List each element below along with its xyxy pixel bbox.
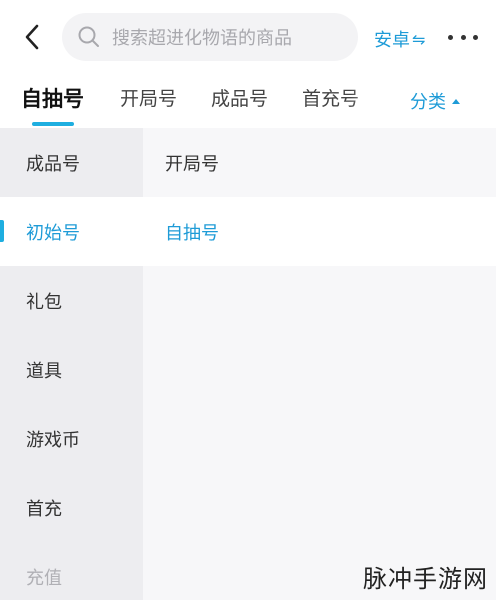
sidebar-item-chongzhi[interactable]: 充值 xyxy=(0,542,143,600)
swap-icon: ⇋ xyxy=(412,29,426,49)
more-dots-icon xyxy=(473,34,478,40)
platform-switch[interactable]: 安卓 ⇋ xyxy=(374,26,425,52)
sidebar-item-label: 礼包 xyxy=(26,291,62,313)
category-label: 分类 xyxy=(410,92,446,113)
tab-kaijuhao[interactable]: 开局号 xyxy=(120,84,177,111)
watermark-text: 脉冲手游网 xyxy=(363,565,488,593)
top-bar: 搜索超进化物语的商品 安卓 ⇋ xyxy=(0,0,496,74)
category-tabs: 自抽号 开局号 成品号 首充号 分类 xyxy=(0,74,496,128)
more-dots-icon xyxy=(460,34,466,40)
active-indicator xyxy=(0,220,4,242)
sidebar-item-label: 成品号 xyxy=(26,153,80,175)
tab-scroll-fade xyxy=(350,74,390,128)
sidebar-item-youxibi[interactable]: 游戏币 xyxy=(0,404,143,473)
sidebar-item-shouchong[interactable]: 首充 xyxy=(0,473,143,542)
sidebar-item-chushihao[interactable]: 初始号 xyxy=(0,197,143,266)
sidebar: 成品号 初始号 礼包 道具 游戏币 首充 充值 xyxy=(0,128,143,600)
chevron-left-icon xyxy=(25,24,39,50)
tab-chengpinhao[interactable]: 成品号 xyxy=(211,84,268,111)
sidebar-item-label: 首充 xyxy=(26,498,62,520)
sidebar-item-label: 充值 xyxy=(26,567,62,589)
subcategory-label: 开局号 xyxy=(165,153,219,175)
sidebar-item-label: 道具 xyxy=(26,360,62,382)
more-dots-icon xyxy=(448,34,453,40)
sidebar-item-chengpinhao[interactable]: 成品号 xyxy=(0,128,143,197)
search-icon xyxy=(78,26,99,47)
tab-zichouhao[interactable]: 自抽号 xyxy=(21,83,84,113)
category-toggle-button[interactable]: 分类 xyxy=(410,88,460,114)
sidebar-item-label: 初始号 xyxy=(26,222,80,244)
subcategory-zichouhao[interactable]: 自抽号 xyxy=(143,197,496,266)
back-button[interactable] xyxy=(16,20,48,54)
subcategory-kaijuhao[interactable]: 开局号 xyxy=(143,128,496,197)
search-input[interactable]: 搜索超进化物语的商品 xyxy=(62,13,358,61)
sidebar-item-daoju[interactable]: 道具 xyxy=(0,335,143,404)
subcategory-label: 自抽号 xyxy=(165,222,219,244)
sidebar-item-libao[interactable]: 礼包 xyxy=(0,266,143,335)
caret-up-icon xyxy=(452,98,460,104)
platform-label: 安卓 xyxy=(374,30,410,51)
more-button[interactable] xyxy=(448,24,478,50)
sidebar-item-label: 游戏币 xyxy=(26,429,80,451)
subcategory-panel: 开局号 自抽号 xyxy=(143,128,496,600)
active-tab-indicator xyxy=(32,122,74,126)
search-placeholder: 搜索超进化物语的商品 xyxy=(112,28,292,49)
